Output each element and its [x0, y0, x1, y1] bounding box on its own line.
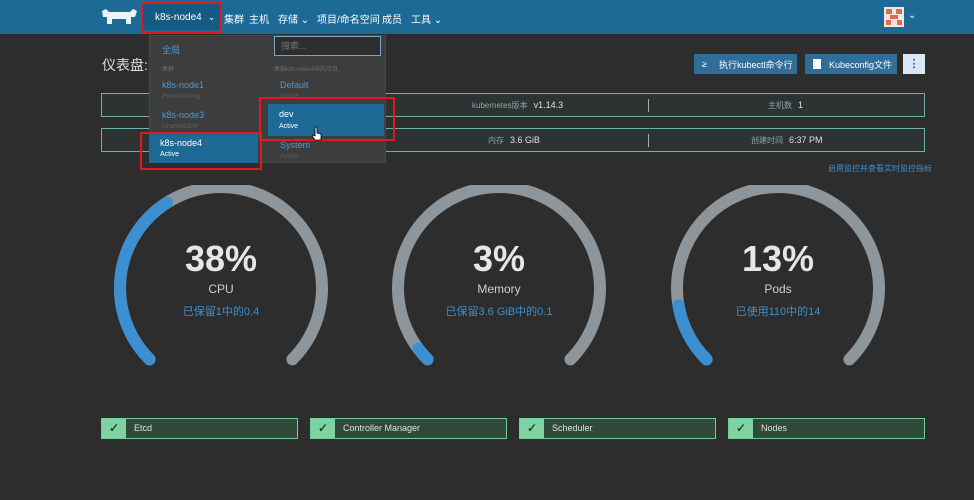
- cpu-gauge: 38% CPU 已保留1中的0.4: [111, 185, 331, 380]
- check-icon: ✓: [311, 419, 335, 438]
- memory-gauge: 3% Memory 已保留3.6 GiB中的0.1: [389, 185, 609, 380]
- cluster-item[interactable]: k8s-node3: [162, 110, 204, 120]
- project-item[interactable]: Default: [280, 80, 309, 90]
- more-actions-button[interactable]: ⋮: [903, 54, 925, 74]
- project-column-header: 集群k8s-node4中的项目。: [274, 67, 345, 73]
- pods-gauge: 13% Pods 已使用110中的14: [668, 185, 888, 380]
- enable-monitoring-link[interactable]: 启用监控并查看实时监控指标: [828, 163, 932, 174]
- annotation-box: [140, 132, 262, 170]
- component-status-etcd: ✓ Etcd: [101, 418, 298, 439]
- gauge-label: CPU: [208, 282, 234, 296]
- global-scope-item[interactable]: 全局: [162, 43, 180, 56]
- gauge-detail: 已保留1中的0.4: [182, 306, 260, 318]
- chevron-down-icon[interactable]: ⌄: [908, 10, 916, 21]
- host-count: 主机数 1: [768, 100, 804, 110]
- component-status-controller-manager: ✓ Controller Manager: [310, 418, 507, 439]
- annotation-box: [141, 2, 222, 34]
- kubeconfig-button[interactable]: Kubeconfig文件: [805, 54, 897, 74]
- created-time: 创建时间 6:37 PM: [751, 135, 823, 145]
- terminal-icon: ≥: [702, 59, 707, 69]
- dropdown-search-input[interactable]: [274, 36, 381, 56]
- nav-tools[interactable]: 工具 ⌄: [411, 11, 442, 26]
- gauge-detail: 已保留3.6 GiB中的0.1: [445, 306, 553, 318]
- user-avatar-icon[interactable]: [884, 7, 904, 27]
- check-icon: ✓: [102, 419, 126, 438]
- kubectl-button[interactable]: ≥ 执行kubectl命令行: [694, 54, 797, 74]
- hand-cursor-icon: [311, 126, 322, 141]
- nav-members[interactable]: 成员: [382, 11, 402, 26]
- component-status-scheduler: ✓ Scheduler: [519, 418, 716, 439]
- nav-cluster[interactable]: 集群: [224, 11, 244, 26]
- k8s-version: kubernetes版本 v1.14.3: [472, 100, 564, 110]
- gauge-label: Pods: [764, 282, 792, 296]
- gauge-detail: 已使用110中的14: [735, 306, 821, 318]
- chevron-down-icon: ⌄: [300, 15, 310, 26]
- gauge-fill: [412, 342, 434, 366]
- project-item[interactable]: System: [280, 140, 310, 150]
- annotation-box: [259, 97, 395, 141]
- gauge-label: Memory: [477, 282, 521, 296]
- cluster-item[interactable]: k8s-node1: [162, 80, 204, 90]
- memory-total: 内存 3.6 GiB: [488, 135, 541, 145]
- component-status-nodes: ✓ Nodes: [728, 418, 925, 439]
- cluster-column-header: 集群: [162, 67, 175, 73]
- cluster-state: Unavailable: [162, 123, 199, 130]
- divider: [648, 99, 649, 112]
- gauge-value: 3%: [472, 238, 526, 279]
- nav-projects[interactable]: 项目/命名空间: [317, 11, 380, 26]
- rancher-logo-icon[interactable]: [100, 8, 138, 26]
- project-state: Active: [280, 153, 300, 160]
- nav-storage[interactable]: 存储 ⌄: [278, 11, 309, 26]
- gauge-value: 13%: [741, 238, 815, 279]
- cluster-state: Provisioning: [162, 93, 201, 100]
- file-icon: [813, 59, 821, 69]
- nav-hosts[interactable]: 主机: [249, 11, 269, 26]
- check-icon: ✓: [520, 419, 544, 438]
- check-icon: ✓: [729, 419, 753, 438]
- gauge-value: 38%: [184, 238, 258, 279]
- divider: [648, 134, 649, 147]
- chevron-down-icon: ⌄: [433, 15, 443, 26]
